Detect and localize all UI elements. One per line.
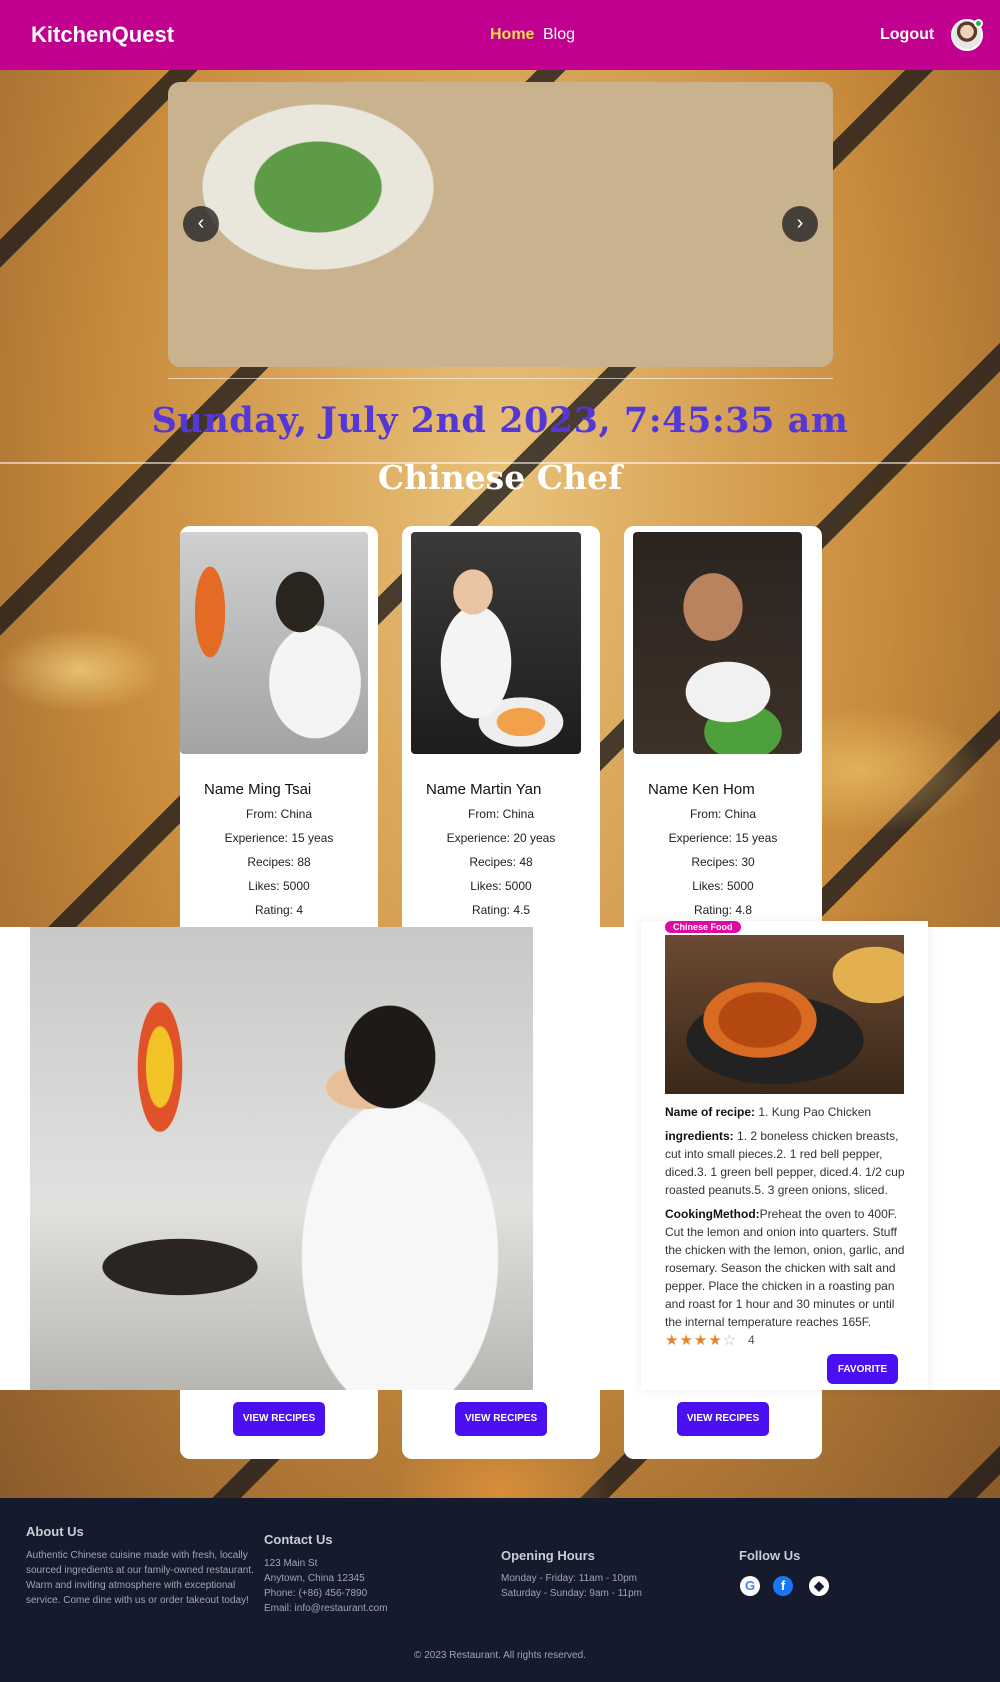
facebook-icon[interactable]: f [773,1576,793,1596]
recipe-method-value: Preheat the oven to 400F. Cut the lemon … [665,1207,905,1329]
google-icon[interactable]: G [740,1576,760,1596]
recipe-method-label: CookingMethod: [665,1207,760,1221]
chef-likes: Likes: 5000 [692,879,754,893]
view-recipes-button[interactable]: VIEW RECIPES [233,1402,325,1436]
recipe-name: Name of recipe: 1. Kung Pao Chicken [665,1103,908,1121]
brand-logo[interactable]: KitchenQuest [31,22,174,48]
footer-hours-weekday: Monday - Friday: 11am - 10pm [501,1573,637,1584]
chef-name: Name Martin Yan [426,781,542,798]
footer-about-text: Authentic Chinese cuisine made with fres… [26,1550,254,1606]
chef-rating: Rating: 4 [254,903,304,917]
carousel-prev-button[interactable]: ‹ [183,206,219,242]
chef-detail-overlay: Chinese Food Name of recipe: 1. Kung Pao… [0,921,1000,1390]
footer-about-title: About Us [26,1524,84,1539]
chef-experience: Experience: 15 yeas [224,831,334,845]
chef-from: From: China [689,807,757,821]
chef-photo [411,532,581,754]
chef-experience: Experience: 15 yeas [668,831,778,845]
favorite-button[interactable]: FAVORITE [827,1354,898,1384]
footer-contact-city: Anytown, China 12345 [264,1573,365,1584]
footer-follow-title: Follow Us [739,1548,801,1563]
hero-carousel: ‹ › [168,82,833,367]
chef-recipes: Recipes: 30 [691,855,755,869]
footer-hours-title: Opening Hours [501,1548,595,1563]
recipe-name-label: Name of recipe: [665,1105,756,1119]
chef-from: From: China [245,807,313,821]
chef-name: Name Ming Tsai [204,781,312,798]
footer-contact-email: Email: info@restaurant.com [264,1603,388,1614]
online-status-icon [974,19,983,28]
empty-star-icon: ☆ [722,1332,738,1349]
recipe-ingredients-label: ingredients: [665,1129,734,1143]
logout-button[interactable]: Logout [880,26,934,44]
filled-star-icon: ★★★★ [665,1332,723,1349]
chef-likes: Likes: 5000 [248,879,310,893]
chef-photo [180,532,368,754]
chef-rating: Rating: 4.5 [471,903,531,917]
recipe-ingredients: ingredients: 1. 2 boneless chicken breas… [665,1127,908,1199]
chef-recipes: Recipes: 48 [469,855,533,869]
github-icon[interactable]: ◆ [809,1576,829,1596]
view-recipes-button[interactable]: VIEW RECIPES [677,1402,769,1436]
nav-link-blog[interactable]: Blog [543,26,575,44]
chef-photo [633,532,802,754]
chef-detail-photo [30,927,533,1390]
chef-likes: Likes: 5000 [470,879,532,893]
recipe-photo [665,935,904,1094]
footer-contact-phone: Phone: (+86) 456-7890 [264,1588,368,1599]
rating-stars: ★★★★☆ [665,1331,737,1349]
view-recipes-button[interactable]: VIEW RECIPES [455,1402,547,1436]
recipe-category-badge: Chinese Food [665,921,741,933]
top-navbar: KitchenQuest Home Blog Logout [0,0,1000,70]
section-title: Chinese Chef [377,458,623,497]
chef-experience: Experience: 20 yeas [446,831,556,845]
recipe-card: Chinese Food Name of recipe: 1. Kung Pao… [641,921,928,1390]
date-time-clock: Sunday, July 2nd 2023, 7:45:35 am [151,400,849,441]
carousel-next-button[interactable]: › [782,206,818,242]
recipe-name-value: 1. Kung Pao Chicken [755,1105,872,1119]
chef-name: Name Ken Hom [648,781,755,798]
recipe-method: CookingMethod:Preheat the oven to 400F. … [665,1205,908,1331]
chef-rating: Rating: 4.8 [693,903,753,917]
footer-contact-address: 123 Main St [264,1558,318,1569]
nav-link-home[interactable]: Home [490,26,534,44]
footer-contact-title: Contact Us [264,1532,333,1547]
footer-copyright: © 2023 Restaurant. All rights reserved. [414,1650,586,1661]
user-avatar[interactable] [951,19,983,51]
chef-recipes: Recipes: 88 [247,855,311,869]
recipe-rating-value: 4 [748,1333,755,1347]
chef-from: From: China [467,807,535,821]
carousel-divider [168,378,833,379]
footer-hours-weekend: Saturday - Sunday: 9am - 11pm [501,1588,642,1599]
